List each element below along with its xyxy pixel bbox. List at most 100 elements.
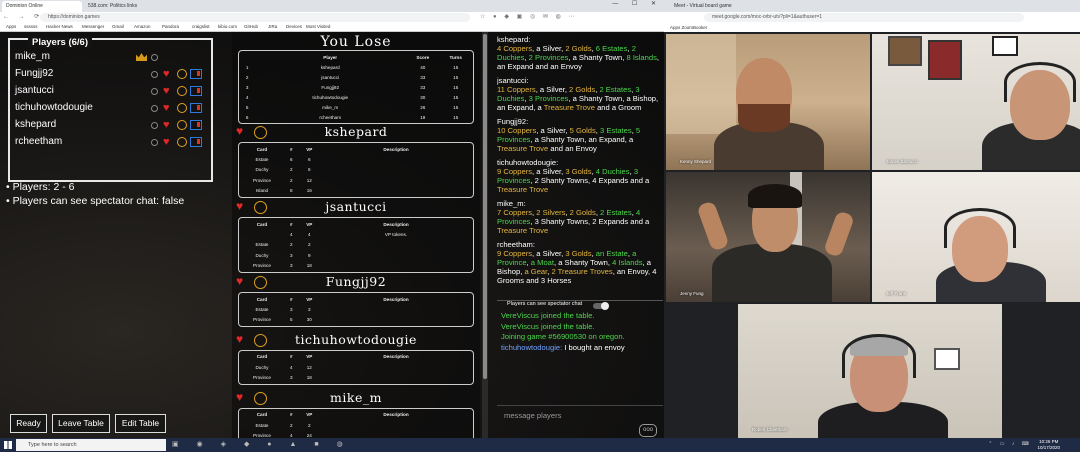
- chat-messages: VereViscus joined the table. VereViscus j…: [501, 311, 661, 353]
- system-tray-icons[interactable]: ⌃ ▭ ♪ ⌨: [988, 441, 1032, 447]
- video-tile-kenny[interactable]: Kenny Shepard: [666, 34, 870, 170]
- taskbar-search[interactable]: Type here to search: [16, 439, 166, 451]
- nav-buttons-icon[interactable]: ← → ⟳: [3, 13, 43, 20]
- video-tile-james[interactable]: James Santucci: [872, 34, 1080, 170]
- card-cell: [321, 374, 471, 382]
- coin-icon: [254, 276, 267, 289]
- scoreboard-cell: 15: [453, 104, 459, 110]
- kick-player-icon[interactable]: [190, 69, 202, 79]
- card-cell: Estate: [255, 242, 269, 248]
- card-cell: Duchy: [255, 167, 269, 173]
- log-player-name: jsantucci:: [497, 76, 529, 85]
- player-name: mike_m: [15, 51, 51, 62]
- video-tile-jeff[interactable]: Jeff Franti: [872, 172, 1080, 302]
- hair: [748, 184, 802, 208]
- bookmark-item[interactable]: Hacker News: [46, 24, 73, 29]
- card-table-header: Card: [256, 296, 268, 302]
- address-bar[interactable]: https://dominion.games: [40, 13, 470, 22]
- bookmark-item[interactable]: GitHub: [244, 24, 258, 29]
- tab-538[interactable]: 538.com: Politics links: [84, 1, 164, 12]
- card-table-header: Card: [256, 412, 268, 418]
- card-cell: Estate: [255, 157, 269, 163]
- card-cell: 2: [307, 242, 311, 248]
- wall-poster: [928, 40, 962, 80]
- meet-tab[interactable]: Meet - Virtual board game: [664, 0, 1080, 12]
- windows-start-icon[interactable]: [4, 441, 12, 449]
- scrollbar-thumb[interactable]: [483, 34, 487, 379]
- kick-player-icon[interactable]: [190, 103, 202, 113]
- card-cell: [321, 305, 471, 313]
- bookmark-item[interactable]: Devices: [286, 24, 302, 29]
- card-cell: 12: [306, 364, 312, 370]
- meet-address-bar[interactable]: meet.google.com/moc-orbr-utv?pli=1&authu…: [704, 13, 1024, 22]
- edit-table-button[interactable]: Edit Table: [115, 414, 166, 433]
- card-table: Card # VP Description 4 4 VP tokens. Estate 2 2 Du…: [238, 217, 474, 273]
- bookmark-item[interactable]: Apps: [6, 24, 16, 29]
- chat-message: Joining game #56900530 on oregon.: [501, 332, 661, 343]
- kick-player-icon[interactable]: [190, 137, 202, 147]
- meet-browser-window: Meet - Virtual board game meet.google.co…: [664, 0, 1080, 438]
- window-controls[interactable]: — ☐ ✕: [612, 0, 662, 7]
- card-cell: 16: [306, 188, 312, 194]
- card-table-header: VP: [306, 412, 313, 418]
- bookmark-item[interactable]: Messenger: [82, 24, 104, 29]
- bookmark-item[interactable]: Pandora: [162, 24, 179, 29]
- card-cell: Duchy: [255, 252, 269, 258]
- tab-dominion[interactable]: Dominion Online: [2, 1, 82, 12]
- leave-table-button[interactable]: Leave Table: [52, 414, 110, 433]
- card-table-header: #: [289, 296, 293, 302]
- card-cell: 4: [289, 364, 293, 370]
- tab-bar: Dominion Online 538.com: Politics links …: [0, 0, 664, 12]
- card-table-header: Card: [256, 221, 268, 227]
- card-table-header: Card: [256, 146, 268, 152]
- scoreboard-cell: 33: [420, 84, 426, 90]
- card-cell: [321, 316, 471, 324]
- chat-message: VereViscus joined the table.: [501, 322, 661, 333]
- card-cell: VP tokens.: [384, 232, 408, 238]
- scoreboard-cell: Fungjj92: [321, 84, 340, 90]
- card-cell: 12: [306, 177, 312, 183]
- ready-button[interactable]: Ready: [10, 414, 47, 433]
- score-panel-scrollbar[interactable]: [482, 32, 488, 438]
- message-input[interactable]: message players: [504, 411, 561, 420]
- player-name: kshepard: [15, 119, 57, 130]
- bookmark-item[interactable]: ssssss: [24, 24, 38, 29]
- video-tile-jenny[interactable]: Jenny Fung: [666, 172, 870, 302]
- card-cell: 6: [307, 167, 311, 173]
- screen: Dominion Online 538.com: Politics links …: [0, 0, 1080, 452]
- bookmark-item[interactable]: Gmail: [112, 24, 124, 29]
- player-row: Fungjj92 ♥: [15, 67, 210, 81]
- bookmark-item[interactable]: craigslist: [192, 24, 210, 29]
- participant-name: James Santucci: [886, 159, 918, 164]
- taskbar-clock[interactable]: 10:26 PM 10/17/2020: [1037, 439, 1060, 451]
- card-cell: [241, 230, 283, 238]
- card-row: Estate 3 3: [241, 305, 471, 313]
- card-cell: 2: [289, 167, 293, 173]
- bookmark-item[interactable]: JIRa: [268, 24, 277, 29]
- windows-taskbar: Type here to search ▣ ◉ ◈ ◆ ● ▲ ■ ◍ ⌃ ▭ …: [0, 438, 1080, 452]
- send-button[interactable]: ooo: [639, 424, 657, 437]
- meet-bookmarks-bar[interactable]: Apps ZoomBooker: [664, 23, 1080, 32]
- player-name: tichuhowtodougie: [15, 102, 93, 113]
- extension-icons[interactable]: ☆ ● ◆ ▣ ◎ ✉ ◍ ⋯: [480, 13, 577, 20]
- clock-date: 10/17/2020: [1037, 445, 1060, 450]
- video-tile-robert[interactable]: Robert Cheetham: [738, 304, 1002, 438]
- chat-system-text: VereViscus joined the table.: [501, 321, 595, 331]
- card-row: 4 4 VP tokens.: [241, 230, 471, 238]
- participant-name: Kenny Shepard: [680, 159, 712, 164]
- card-cell: 8: [289, 188, 293, 194]
- card-table-header: VP: [306, 221, 313, 227]
- taskbar-app-icons[interactable]: ▣ ◉ ◈ ◆ ● ▲ ■ ◍: [172, 440, 351, 448]
- kick-player-icon[interactable]: [190, 86, 202, 96]
- log-player-name: Fungjj92:: [497, 117, 529, 126]
- spectator-chat-toggle[interactable]: [593, 302, 609, 310]
- bookmark-item[interactable]: Most Visited: [306, 24, 330, 29]
- card-cell: 3: [289, 263, 293, 269]
- coin-icon: [177, 137, 187, 147]
- card-row: Province 2 12: [241, 176, 471, 184]
- heart-icon: ♥: [236, 331, 244, 346]
- kick-player-icon[interactable]: [190, 120, 202, 130]
- bookmark-item[interactable]: kibio.com: [218, 24, 237, 29]
- bookmark-item[interactable]: Amazon: [134, 24, 151, 29]
- headphones-icon: [944, 208, 1016, 248]
